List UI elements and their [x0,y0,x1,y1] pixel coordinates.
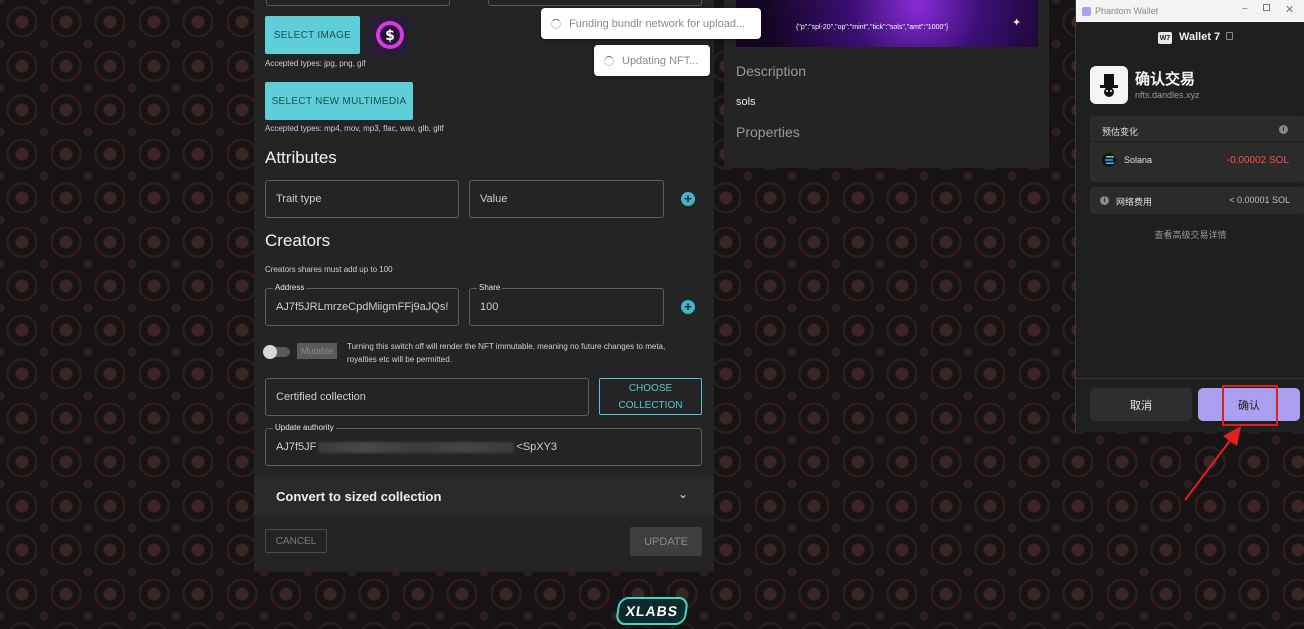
add-attribute-icon[interactable]: + [681,192,695,206]
info-icon[interactable]: i [1279,125,1288,134]
sols-logo-icon: $ [376,21,404,49]
nft-preview-image: {"p":"spl-20","op":"mint","tick":"sols",… [736,0,1038,47]
maximize-icon[interactable] [1263,4,1270,11]
trait-type-input[interactable]: Trait type [265,180,459,218]
update-authority-start: AJ7f5JF [276,441,317,453]
copy-icon[interactable] [1226,32,1233,40]
multimedia-types-hint: Accepted types: mp4, mov, mp3, flac, wav… [265,124,444,133]
image-thumbnail: $ [371,16,409,54]
top-hat-icon [1100,74,1118,97]
estimated-changes-label: 预估变化 [1102,127,1139,137]
divider [1090,141,1304,142]
mutable-switch[interactable] [263,345,290,359]
wallet-badge: W7 [1158,32,1172,44]
select-multimedia-button[interactable]: SELECT NEW MULTIMEDIA [265,82,413,120]
spinner-icon [604,55,614,66]
network-fee-card: i 网络费用 < 0.00001 SOL [1090,187,1304,214]
dapp-site: nfts.dandles.xyz [1135,90,1200,100]
token-change: -0.00002 SOL [1226,155,1289,166]
sparkle-icon: ✦ [1012,17,1022,29]
attributes-title: Attributes [265,148,337,167]
nft-edit-form: SELECT IMAGE $ Accepted types: jpg, png,… [254,0,714,572]
network-fee-label: 网络费用 [1116,197,1153,207]
info-icon[interactable]: i [1100,196,1109,205]
convert-label: Convert to sized collection [276,489,442,504]
add-creator-icon[interactable]: + [681,300,695,314]
confirm-transaction-title: 确认交易 [1135,71,1196,88]
description-value: sols [736,96,756,108]
funding-toast: Funding bundlr network for upload... [541,8,761,39]
share-label: Share [477,283,503,292]
red-arrow-annotation [1184,426,1241,501]
mutable-hint: Turning this switch off will render the … [347,342,666,364]
estimated-changes-card: 预估变化 i Solana -0.00002 SOL [1090,116,1304,182]
advanced-details-link[interactable]: 查看高级交易详情 [1076,228,1304,241]
creator-share-input[interactable]: 100 [469,288,664,326]
cancel-button[interactable]: CANCEL [265,529,327,553]
xlabs-logo: XLABS [615,597,689,625]
wallet-titlebar: Phantom Wallet – ✕ [1076,0,1304,22]
top-field-right[interactable] [488,0,702,6]
phantom-logo-icon [1082,6,1091,16]
choose-collection-button[interactable]: CHOOSE COLLECTION [599,378,702,415]
solana-token-icon [1102,153,1116,167]
attribute-value-input[interactable]: Value [469,180,664,218]
convert-collection-accordion[interactable]: Convert to sized collection ⌄ [254,477,714,515]
phantom-wallet-window: Phantom Wallet – ✕ W7 Wallet 7 确认交易 nfts… [1075,0,1304,432]
updating-toast: Updating NFT... [594,45,710,76]
update-authority-input[interactable]: AJ7f5JF <SpXY3 [265,428,702,466]
mutable-switch-knob [263,345,277,359]
svg-text:$: $ [385,28,395,44]
dapp-avatar [1090,66,1128,104]
address-label: Address [273,283,307,292]
wallet-name[interactable]: Wallet 7 [1179,31,1220,43]
inscription-json: {"p":"spl-20","op":"mint","tick":"sols",… [796,24,949,31]
solana-logo-icon [1104,156,1114,164]
creators-hint: Creators shares must add up to 100 [265,265,393,274]
update-button[interactable]: UPDATE [630,527,702,556]
nft-preview-panel: {"p":"spl-20","op":"mint","tick":"sols",… [724,0,1049,168]
creators-title: Creators [265,231,331,250]
close-icon[interactable]: ✕ [1285,3,1294,16]
minimize-icon[interactable]: – [1242,3,1248,14]
spinner-icon [551,18,561,29]
image-types-hint: Accepted types: jpg, png, gif [265,59,366,68]
mutable-label: Mutable [297,343,337,359]
certified-collection-input[interactable]: Certified collection [265,378,589,416]
properties-title: Properties [736,124,800,140]
redacted-address [318,441,515,453]
wallet-cancel-button[interactable]: 取消 [1090,388,1192,421]
update-authority-end: <SpXY3 [516,441,558,453]
creator-address-input[interactable]: AJ7f5JRLmrzeCpdMiigmFFj9aJQs! [265,288,459,326]
update-authority-label: Update authority [273,423,336,432]
divider [1076,378,1304,379]
select-image-button[interactable]: SELECT IMAGE [265,16,360,54]
funding-toast-text: Funding bundlr network for upload... [569,17,746,30]
wallet-window-title: Phantom Wallet [1095,6,1159,16]
updating-toast-text: Updating NFT... [622,54,699,67]
network-fee-value: < 0.00001 SOL [1229,195,1290,205]
token-name: Solana [1124,155,1153,165]
top-field-left[interactable] [266,0,450,6]
chevron-down-icon: ⌄ [678,487,689,501]
description-title: Description [736,63,807,79]
